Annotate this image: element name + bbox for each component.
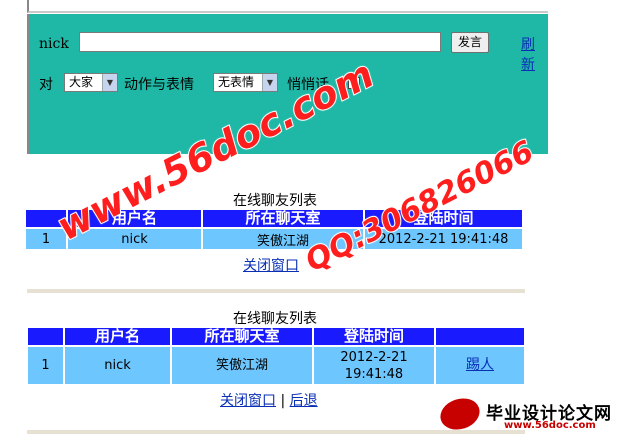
table-row: 1 nick 笑傲江湖 2012-2-21 19:41:48 踢人 <box>28 347 524 384</box>
online-list-title: 在线聊友列表 <box>233 193 317 209</box>
section-divider <box>27 289 525 293</box>
close-window-link[interactable]: 关闭窗口 <box>220 393 276 409</box>
cell-index: 1 <box>26 229 66 249</box>
cell-kick: 踢人 <box>436 347 524 384</box>
target-select-value: 大家 <box>69 75 94 89</box>
chevron-down-icon: ▼ <box>102 74 117 91</box>
nick-label: nick <box>39 36 69 52</box>
kick-user-link[interactable]: 踢人 <box>466 357 494 373</box>
back-link[interactable]: 后退 <box>290 393 318 409</box>
col-room-header: 所在聊天室 <box>203 210 363 227</box>
refresh-link[interactable]: 刷新 <box>521 34 548 74</box>
close-window-link[interactable]: 关闭窗口 <box>243 255 299 275</box>
cell-room: 笑傲江湖 <box>172 347 312 384</box>
message-input[interactable] <box>79 32 441 52</box>
col-room-header: 所在聊天室 <box>172 328 312 345</box>
action-select[interactable]: 无表情 ▼ <box>213 73 278 92</box>
link-separator: | <box>280 393 286 409</box>
cell-login-time: 2012-2-21 19:41:48 <box>314 347 434 384</box>
speak-button[interactable]: 发言 <box>451 32 489 53</box>
cell-index: 1 <box>28 347 63 384</box>
site-logo: 毕业设计论文网 www.56doc.com <box>436 393 615 435</box>
col-login-time-header: 登陆时间 <box>314 328 434 345</box>
top-frame-border <box>27 0 548 13</box>
logo-url: www.56doc.com <box>504 420 596 431</box>
table-header-row: 用户名 所在聊天室 登陆时间 <box>28 328 524 345</box>
cell-username: nick <box>65 347 170 384</box>
action-label: 动作与表情 <box>124 77 194 93</box>
logo-badge-icon <box>436 393 484 435</box>
online-list-title-2: 在线聊友列表 <box>233 311 317 327</box>
target-select[interactable]: 大家 ▼ <box>64 73 118 92</box>
to-label: 对 <box>39 77 53 93</box>
online-user-admin-table: 用户名 所在聊天室 登陆时间 1 nick 笑傲江湖 2012-2-21 19:… <box>26 326 526 386</box>
footer-links: 关闭窗口 | 后退 <box>220 390 318 410</box>
action-select-value: 无表情 <box>218 75 255 89</box>
col-username-header: 用户名 <box>65 328 170 345</box>
col-action-header <box>436 328 524 345</box>
chevron-down-icon: ▼ <box>262 74 277 91</box>
col-index-header <box>28 328 63 345</box>
